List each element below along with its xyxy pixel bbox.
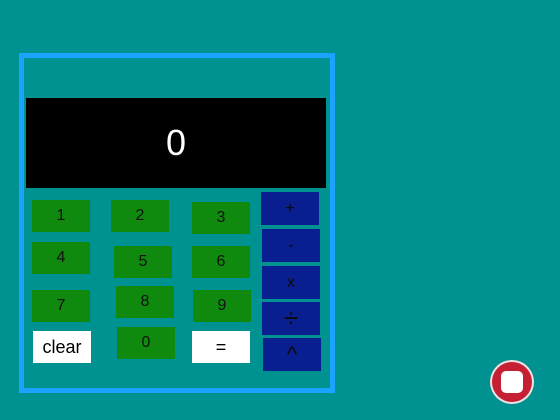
- clear-button[interactable]: clear: [33, 331, 91, 363]
- key-7[interactable]: 7: [32, 290, 90, 322]
- key-6[interactable]: 6: [192, 246, 250, 278]
- stop-icon: [503, 373, 521, 391]
- key-9[interactable]: 9: [193, 290, 251, 322]
- display-value: 0: [165, 122, 187, 163]
- power-button[interactable]: ^: [263, 338, 321, 371]
- key-4[interactable]: 4: [32, 242, 90, 274]
- key-3[interactable]: 3: [192, 202, 250, 234]
- key-8[interactable]: 8: [116, 286, 174, 318]
- multiply-button[interactable]: x: [262, 266, 320, 299]
- key-0[interactable]: 0: [117, 327, 175, 359]
- key-5[interactable]: 5: [114, 246, 172, 278]
- minus-button[interactable]: -: [262, 229, 320, 262]
- equals-button[interactable]: =: [192, 331, 250, 363]
- plus-button[interactable]: +: [261, 192, 319, 225]
- key-1[interactable]: 1: [32, 200, 90, 232]
- divide-button[interactable]: ÷: [262, 302, 320, 335]
- stop-button[interactable]: [490, 360, 534, 404]
- key-2[interactable]: 2: [111, 200, 169, 232]
- calculator-display: 0: [26, 98, 326, 188]
